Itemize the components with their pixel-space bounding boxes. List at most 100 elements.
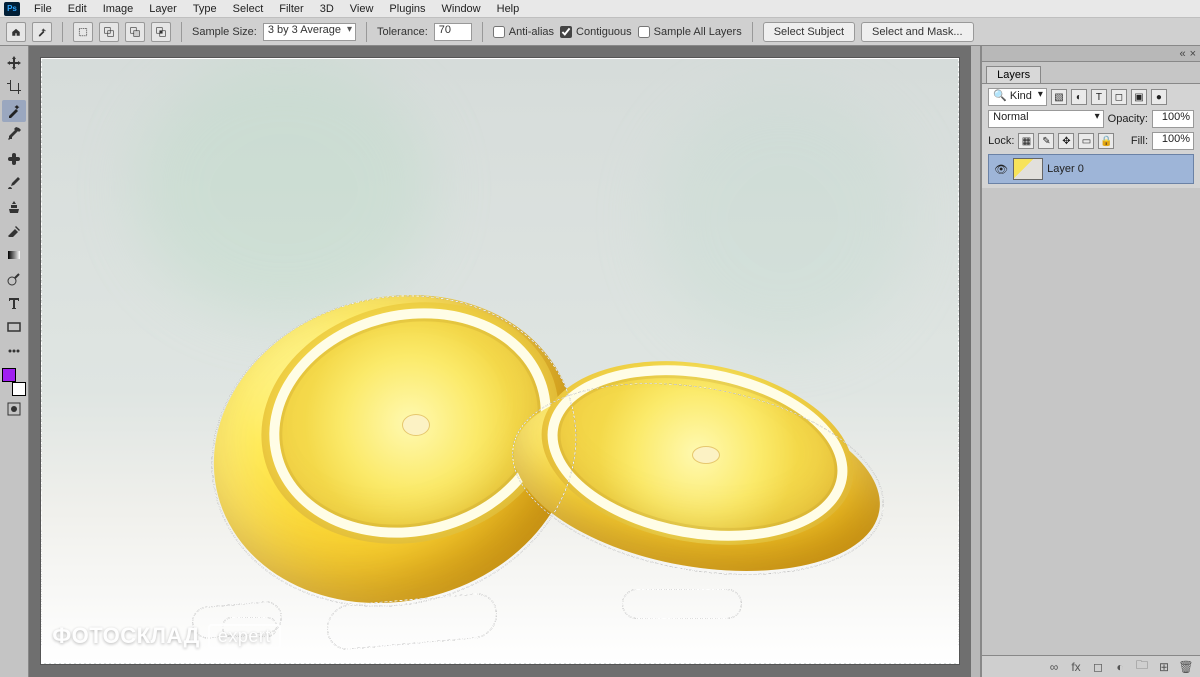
menu-file[interactable]: File <box>26 3 60 15</box>
anti-alias-option[interactable]: Anti-alias <box>493 26 554 38</box>
dodge-tool-icon[interactable] <box>2 268 26 290</box>
fill-label: Fill: <box>1131 135 1148 147</box>
filter-type-icon[interactable]: T <box>1091 89 1107 105</box>
anti-alias-label: Anti-alias <box>509 26 554 38</box>
panel-tabs: Layers <box>982 62 1200 84</box>
new-selection-icon[interactable] <box>73 22 93 42</box>
type-tool-icon[interactable] <box>2 292 26 314</box>
menu-image[interactable]: Image <box>95 3 142 15</box>
fill-input[interactable]: 100% <box>1152 132 1194 150</box>
layer-name[interactable]: Layer 0 <box>1047 163 1084 175</box>
app-logo-icon: Ps <box>4 2 20 16</box>
separator <box>366 22 367 42</box>
more-tools-icon[interactable] <box>2 340 26 362</box>
brush-tool-icon[interactable] <box>2 172 26 194</box>
tolerance-input[interactable]: 70 <box>434 23 472 41</box>
adjustment-layer-icon[interactable]: ◐ <box>1112 659 1128 675</box>
lock-pixels-icon[interactable]: ✎ <box>1038 133 1054 149</box>
intersect-selection-icon[interactable] <box>151 22 171 42</box>
lock-transparency-icon[interactable]: ▦ <box>1018 133 1034 149</box>
separator <box>181 22 182 42</box>
opacity-input[interactable]: 100% <box>1152 110 1194 128</box>
subject-lemon-right <box>512 354 882 604</box>
rectangle-tool-icon[interactable] <box>2 316 26 338</box>
options-bar: Sample Size: 3 by 3 Average Tolerance: 7… <box>0 18 1200 46</box>
layers-panel-footer: ∞ fx ◻ ◐ 🗀 ⊞ 🗑 <box>982 655 1200 677</box>
magic-wand-tool-icon[interactable] <box>2 100 26 122</box>
lock-all-icon[interactable]: 🔒 <box>1098 133 1114 149</box>
filter-adjust-icon[interactable]: ◐ <box>1071 89 1087 105</box>
watermark-tag: expert <box>208 624 281 649</box>
menu-type[interactable]: Type <box>185 3 225 15</box>
filter-toggle-icon[interactable]: ● <box>1151 89 1167 105</box>
document-canvas[interactable]: ФОТОСКЛАД expert <box>41 58 959 664</box>
filter-shape-icon[interactable]: ◻ <box>1111 89 1127 105</box>
layer-mask-icon[interactable]: ◻ <box>1090 659 1106 675</box>
tab-layers[interactable]: Layers <box>986 66 1041 83</box>
menu-help[interactable]: Help <box>489 3 528 15</box>
canvas-area: ФОТОСКЛАД expert <box>29 46 971 677</box>
spot-heal-tool-icon[interactable] <box>2 148 26 170</box>
layer-thumbnail[interactable] <box>1013 158 1043 180</box>
separator <box>62 22 63 42</box>
menu-3d[interactable]: 3D <box>312 3 342 15</box>
sample-all-layers-label: Sample All Layers <box>654 26 742 38</box>
menu-edit[interactable]: Edit <box>60 3 95 15</box>
layer-row[interactable]: 👁 Layer 0 <box>988 154 1194 184</box>
clone-stamp-tool-icon[interactable] <box>2 196 26 218</box>
crop-tool-icon[interactable] <box>2 76 26 98</box>
add-selection-icon[interactable] <box>99 22 119 42</box>
select-and-mask-button[interactable]: Select and Mask... <box>861 22 974 42</box>
blend-mode-select[interactable]: Normal <box>988 110 1104 128</box>
close-panel-icon[interactable]: × <box>1190 48 1196 60</box>
watermark-brand: ФОТОСКЛАД <box>52 623 200 649</box>
filter-smart-icon[interactable]: ▣ <box>1131 89 1147 105</box>
delete-layer-icon[interactable]: 🗑 <box>1178 659 1194 675</box>
work-area: ФОТОСКЛАД expert « × Layers 🔍 Kind ▧ ◐ T… <box>0 46 1200 677</box>
move-tool-icon[interactable] <box>2 52 26 74</box>
gradient-tool-icon[interactable] <box>2 244 26 266</box>
panel-header: « × <box>982 46 1200 62</box>
lock-label: Lock: <box>988 135 1014 147</box>
contiguous-option[interactable]: Contiguous <box>560 26 632 38</box>
layer-group-icon[interactable]: 🗀 <box>1134 659 1150 675</box>
foreground-color-swatch[interactable] <box>2 368 16 382</box>
sample-all-layers-option[interactable]: Sample All Layers <box>638 26 742 38</box>
new-layer-icon[interactable]: ⊞ <box>1156 659 1172 675</box>
collapsed-panel-well[interactable] <box>971 46 981 677</box>
filter-pixel-icon[interactable]: ▧ <box>1051 89 1067 105</box>
menu-layer[interactable]: Layer <box>141 3 185 15</box>
layer-fx-icon[interactable]: fx <box>1068 659 1084 675</box>
lock-artboard-icon[interactable]: ▭ <box>1078 133 1094 149</box>
select-subject-button[interactable]: Select Subject <box>763 22 855 42</box>
collapse-panel-icon[interactable]: « <box>1179 48 1185 60</box>
menu-view[interactable]: View <box>342 3 382 15</box>
background-color-swatch[interactable] <box>12 382 26 396</box>
sample-size-select[interactable]: 3 by 3 Average <box>263 23 356 41</box>
contiguous-checkbox[interactable] <box>560 26 572 38</box>
tolerance-label: Tolerance: <box>377 26 428 38</box>
layer-filter-kind-select[interactable]: 🔍 Kind <box>988 88 1047 106</box>
menu-select[interactable]: Select <box>225 3 272 15</box>
tool-palette <box>0 46 29 677</box>
menu-window[interactable]: Window <box>434 3 489 15</box>
link-layers-icon[interactable]: ∞ <box>1046 659 1062 675</box>
color-swatches[interactable] <box>2 368 26 396</box>
layer-visibility-icon[interactable]: 👁 <box>993 163 1009 176</box>
lock-position-icon[interactable]: ✥ <box>1058 133 1074 149</box>
eyedropper-tool-icon[interactable] <box>2 124 26 146</box>
tool-preset-icon[interactable] <box>32 22 52 42</box>
layers-panel: 🔍 Kind ▧ ◐ T ◻ ▣ ● Normal Opacity: 100% … <box>982 84 1200 188</box>
quick-mask-icon[interactable] <box>2 398 26 420</box>
menu-bar: Ps File Edit Image Layer Type Select Fil… <box>0 0 1200 18</box>
menu-plugins[interactable]: Plugins <box>381 3 433 15</box>
anti-alias-checkbox[interactable] <box>493 26 505 38</box>
separator <box>752 22 753 42</box>
home-icon[interactable] <box>6 22 26 42</box>
menu-filter[interactable]: Filter <box>271 3 311 15</box>
eraser-tool-icon[interactable] <box>2 220 26 242</box>
right-panel-dock: « × Layers 🔍 Kind ▧ ◐ T ◻ ▣ ● Normal Opa… <box>981 46 1200 677</box>
watermark: ФОТОСКЛАД expert <box>52 623 281 649</box>
subtract-selection-icon[interactable] <box>125 22 145 42</box>
sample-all-layers-checkbox[interactable] <box>638 26 650 38</box>
